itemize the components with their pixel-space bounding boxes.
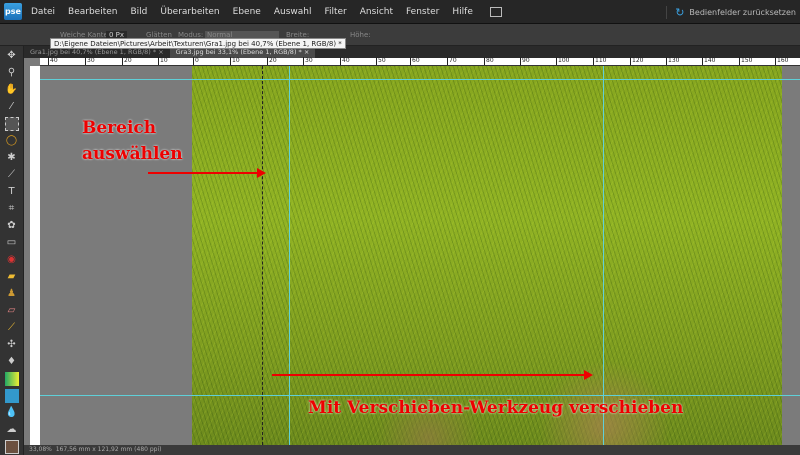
menu-filter[interactable]: Filter <box>324 7 346 17</box>
move-tool-icon[interactable]: ✥ <box>5 49 19 63</box>
ruler-label: 70 <box>447 57 457 65</box>
annotation-move: Mit Verschieben-Werkzeug verschieben <box>308 398 684 418</box>
ruler-label: 0 <box>193 57 199 65</box>
vertical-ruler <box>30 66 40 445</box>
menu-bild[interactable]: Bild <box>130 7 147 17</box>
ruler-label: 130 <box>666 57 680 65</box>
selection-marquee <box>262 66 263 445</box>
ruler-label: 30 <box>85 57 95 65</box>
crop-tool-icon[interactable]: ⌗ <box>5 202 19 216</box>
guide-vertical[interactable] <box>289 66 290 455</box>
menu-fenster[interactable]: Fenster <box>406 7 439 17</box>
menu-bar: pse Datei Bearbeiten Bild Überarbeiten E… <box>0 0 800 24</box>
height-label: Höhe: <box>350 31 371 39</box>
ruler-label: 60 <box>410 57 420 65</box>
menu-datei[interactable]: Datei <box>31 7 55 17</box>
ruler-label: 80 <box>484 57 494 65</box>
ruler-label: 160 <box>775 57 789 65</box>
cookie-cutter-icon[interactable]: ✿ <box>5 219 19 233</box>
guide-horizontal[interactable] <box>40 79 800 80</box>
hand-tool-icon[interactable]: ✋ <box>5 83 19 97</box>
eraser-icon[interactable]: ▱ <box>5 304 19 318</box>
reset-panels-button[interactable]: ↻ Bedienfelder zurücksetzen <box>666 6 796 19</box>
eyedropper-tool-icon[interactable]: ⁄ <box>5 100 19 114</box>
arrow-right <box>148 168 266 178</box>
reset-icon: ↻ <box>675 6 685 19</box>
app-logo: pse <box>4 3 22 20</box>
ruler-label: 150 <box>739 57 753 65</box>
tools-panel: ✥ ⚲ ✋ ⁄ ◯ ✱ ⟋ T ⌗ ✿ ▭ ◉ ▰ ♟ ▱ ⟋ ✣ ♦ 💧 ☁ <box>0 46 24 455</box>
menu-ebene[interactable]: Ebene <box>233 7 261 17</box>
annotation-select-line1: Bereich <box>82 118 157 138</box>
menu-auswahl[interactable]: Auswahl <box>274 7 312 17</box>
blur-tool-icon[interactable]: 💧 <box>5 406 19 420</box>
layout-icon[interactable] <box>489 6 502 17</box>
type-tool-icon[interactable]: T <box>5 185 19 199</box>
ruler-label: 40 <box>340 57 350 65</box>
menu-ansicht[interactable]: Ansicht <box>360 7 393 17</box>
ruler-label: 20 <box>267 57 277 65</box>
ruler-label: 110 <box>593 57 607 65</box>
gradient-icon[interactable] <box>4 372 19 386</box>
ruler-label: 10 <box>230 57 240 65</box>
annotation-select-line2: auswählen <box>82 144 183 164</box>
menu-hilfe[interactable]: Hilfe <box>452 7 472 17</box>
ruler-label: 10 <box>158 57 168 65</box>
ruler-label: 40 <box>48 57 58 65</box>
document-size: 167,56 mm x 121,92 mm (480 ppi) <box>55 446 162 453</box>
ruler-label: 50 <box>376 57 386 65</box>
ruler-label: 120 <box>630 57 644 65</box>
guide-horizontal[interactable] <box>40 395 800 396</box>
menu-ueberarbeiten[interactable]: Überarbeiten <box>160 7 219 17</box>
brush-icon[interactable]: ⟋ <box>5 321 19 335</box>
ruler-label: 140 <box>702 57 716 65</box>
guide-vertical[interactable] <box>603 66 604 455</box>
ruler-label: 100 <box>556 57 570 65</box>
color-swatches-icon[interactable] <box>4 440 19 454</box>
clone-stamp-icon[interactable]: ♟ <box>5 287 19 301</box>
smart-brush-icon[interactable]: ✣ <box>5 338 19 352</box>
magic-wand-icon[interactable]: ✱ <box>5 151 19 165</box>
lasso-tool-icon[interactable]: ◯ <box>5 134 19 148</box>
red-eye-icon[interactable]: ◉ <box>5 253 19 267</box>
arrow-right <box>272 370 593 380</box>
menu-bearbeiten[interactable]: Bearbeiten <box>68 7 117 17</box>
horizontal-ruler: 40 30 20 10 0 10 20 30 40 50 60 70 80 90… <box>40 57 800 66</box>
brush-select-icon[interactable]: ⟋ <box>5 168 19 182</box>
paint-bucket-icon[interactable]: ♦ <box>5 355 19 369</box>
healing-brush-icon[interactable]: ▰ <box>5 270 19 284</box>
ruler-label: 90 <box>520 57 530 65</box>
straighten-icon[interactable]: ▭ <box>5 236 19 250</box>
ruler-label: 20 <box>122 57 132 65</box>
ruler-label: 30 <box>303 57 313 65</box>
shape-tool-icon[interactable] <box>4 389 19 403</box>
grass-image-canvas[interactable] <box>192 66 782 445</box>
zoom-level: 33,08% <box>29 446 52 453</box>
tab-tooltip: D:\Eigene Dateien\Pictures\Arbeit\Textur… <box>50 38 346 49</box>
status-bar: 33,08% 167,56 mm x 121,92 mm (480 ppi) <box>24 445 800 455</box>
zoom-tool-icon[interactable]: ⚲ <box>5 66 19 80</box>
marquee-tool-icon[interactable] <box>4 117 19 131</box>
sponge-tool-icon[interactable]: ☁ <box>5 423 19 437</box>
